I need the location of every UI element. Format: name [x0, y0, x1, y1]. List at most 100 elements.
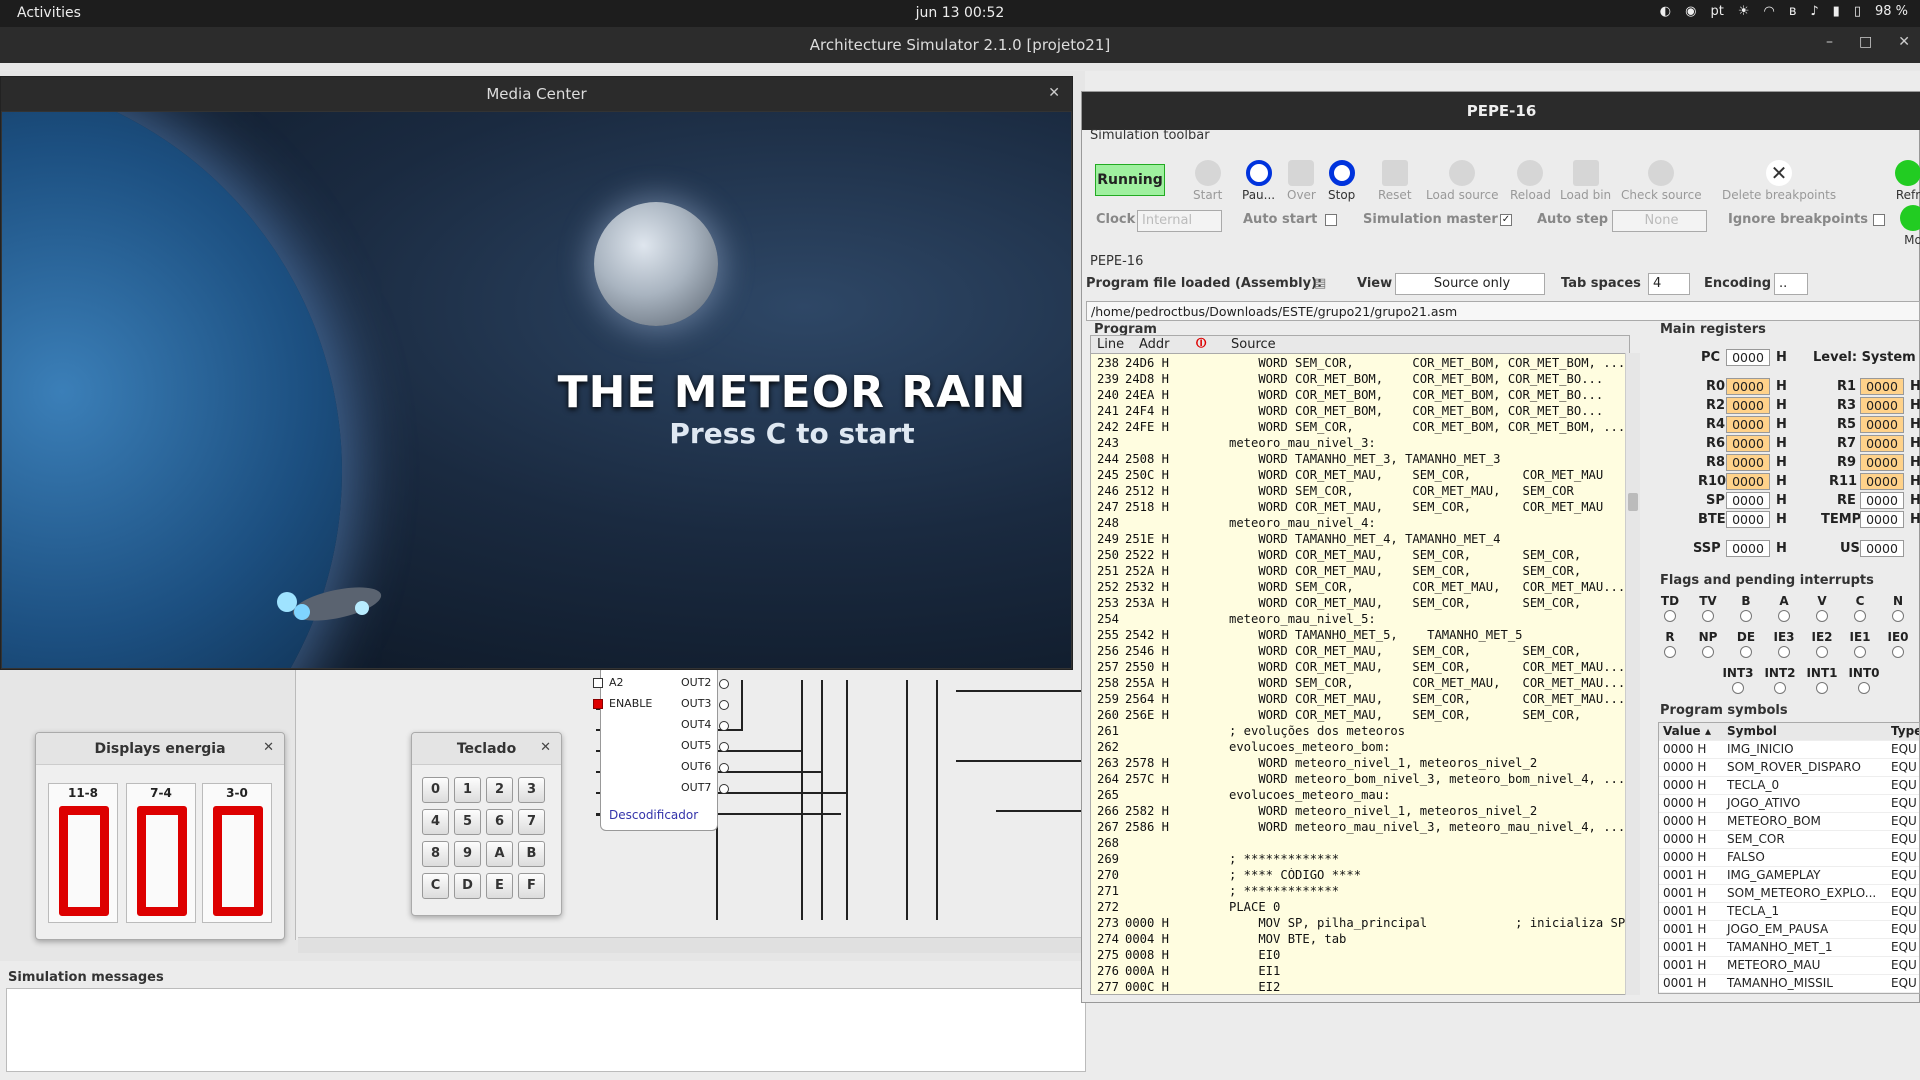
clock-select[interactable]: Internal [1137, 210, 1222, 232]
enable-pin[interactable] [593, 699, 603, 709]
symbols-table[interactable]: Value ▴ Symbol Type 0000 H IMG_INICIO EQU 0… [1658, 722, 1920, 994]
program-line[interactable]: 266 2582 H WORD meteoro_nivel_1, meteoros… [1091, 804, 1629, 820]
symbol-row[interactable]: 0000 H METEORO_BOM EQU [1659, 813, 1919, 831]
view-select[interactable]: Source only [1395, 273, 1545, 295]
program-listing[interactable]: Line Addr ⏼ Source 238 24D6 H WORD SEM_CO… [1090, 335, 1630, 995]
register-value[interactable]: 0000 [1860, 435, 1904, 452]
symbol-row[interactable]: 0001 H TAMANHO_MISSIL EQU [1659, 975, 1919, 993]
folder-icon[interactable]: ▤ [1314, 276, 1326, 291]
check-source-button[interactable]: Check source [1621, 160, 1702, 202]
symbol-row[interactable]: 0001 H METEORO_MAU EQU [1659, 957, 1919, 975]
symbol-row[interactable]: 0000 H TECLA_0 EQU [1659, 777, 1919, 795]
symbol-row[interactable]: 0001 H TAMANHO_MET_1 EQU [1659, 939, 1919, 957]
program-line[interactable]: 267 2586 H WORD meteoro_mau_nivel_3, mete… [1091, 820, 1629, 836]
messages-area[interactable] [6, 988, 1086, 1072]
out2-pin[interactable] [719, 679, 729, 689]
battery-level[interactable]: 98 % [1875, 4, 1908, 19]
register-value[interactable]: 0000 [1726, 511, 1770, 528]
reset-button[interactable]: Reset [1378, 160, 1412, 202]
brightness-icon[interactable]: ☀ [1738, 4, 1750, 19]
displays-close-icon[interactable]: ✕ [263, 740, 274, 755]
program-scrollbar[interactable] [1625, 353, 1640, 995]
program-line[interactable]: 276 000A H EI1 [1091, 964, 1629, 980]
bluetooth-icon[interactable]: ʙ [1789, 4, 1797, 19]
program-line[interactable]: 274 0004 H MOV BTE, tab [1091, 932, 1629, 948]
register-value[interactable]: 0000 [1860, 397, 1904, 414]
tab-spaces-select[interactable]: 4 [1648, 273, 1690, 295]
reload-button[interactable]: Reload [1510, 160, 1551, 202]
key-e[interactable]: E [486, 873, 513, 899]
program-line[interactable]: 249 251E H WORD TAMANHO_MET_4, TAMANHO_ME… [1091, 532, 1629, 548]
media-close-icon[interactable]: ✕ [1048, 85, 1060, 101]
usp-value[interactable]: 0000 [1860, 540, 1904, 557]
program-line[interactable]: 268 [1091, 836, 1629, 852]
load-source-button[interactable]: Load source [1426, 160, 1498, 202]
step-over-button[interactable]: Over [1287, 160, 1316, 202]
register-value[interactable]: 0000 [1726, 473, 1770, 490]
program-line[interactable]: 251 252A H WORD COR_MET_MAU, SEM_COR, SEM… [1091, 564, 1629, 580]
key-f[interactable]: F [518, 873, 545, 899]
keyboard-layout[interactable]: pt [1710, 4, 1723, 19]
wifi-icon[interactable]: ◠ [1763, 4, 1774, 19]
media-center-window[interactable]: Media Center ✕ THE METEOR RAIN Press C t… [0, 76, 1073, 670]
key-6[interactable]: 6 [486, 809, 513, 835]
discord-icon[interactable]: ◉ [1685, 4, 1696, 19]
symbol-row[interactable]: 0001 H TECLA_1 EQU [1659, 903, 1919, 921]
game-screen[interactable]: THE METEOR RAIN Press C to start [2, 112, 1071, 668]
program-line[interactable]: 272 PLACE 0 [1091, 900, 1629, 916]
program-line[interactable]: 273 0000 H MOV SP, pilha_principal ; inic… [1091, 916, 1629, 932]
clock[interactable]: jun 13 00:52 [0, 5, 1920, 21]
program-line[interactable]: 240 24EA H WORD COR_MET_BOM, COR_MET_BOM,… [1091, 388, 1629, 404]
key-7[interactable]: 7 [518, 809, 545, 835]
battery-icon[interactable]: ▯ [1854, 4, 1861, 19]
register-value[interactable]: 0000 [1860, 416, 1904, 433]
symbol-row[interactable]: 0000 H IMG_INICIO EQU [1659, 741, 1919, 759]
program-line[interactable]: 245 250C H WORD COR_MET_MAU, SEM_COR, COR… [1091, 468, 1629, 484]
program-line[interactable]: 262 evolucoes_meteoro_bom: [1091, 740, 1629, 756]
symbol-row[interactable]: 0001 H JOGO_EM_PAUSA EQU [1659, 921, 1919, 939]
program-line[interactable]: 254 meteoro_mau_nivel_5: [1091, 612, 1629, 628]
canvas-horizontal-scrollbar[interactable] [298, 937, 1085, 953]
program-line[interactable]: 265 evolucoes_meteoro_mau: [1091, 788, 1629, 804]
load-bin-button[interactable]: Load bin [1560, 160, 1611, 202]
col-line[interactable]: Line [1097, 337, 1124, 352]
volume-icon[interactable]: ♪ [1810, 4, 1818, 19]
register-value[interactable]: 0000 [1860, 473, 1904, 490]
start-button[interactable]: Start [1193, 160, 1222, 202]
key-8[interactable]: 8 [422, 841, 449, 867]
program-line[interactable]: 241 24F4 H WORD COR_MET_BOM, COR_MET_BOM,… [1091, 404, 1629, 420]
stop-button[interactable]: Stop [1328, 160, 1355, 202]
out4-pin[interactable] [719, 721, 729, 731]
out5-pin[interactable] [719, 742, 729, 752]
sym-col-type[interactable]: Type [1891, 724, 1919, 738]
displays-energia-window[interactable]: Displays energia ✕ 11-8 7-4 3-0 [35, 732, 285, 940]
program-line[interactable]: 246 2512 H WORD SEM_COR, COR_MET_MAU, SEM… [1091, 484, 1629, 500]
key-4[interactable]: 4 [422, 809, 449, 835]
register-value[interactable]: 0000 [1726, 492, 1770, 509]
register-value[interactable]: 0000 [1860, 511, 1904, 528]
program-line[interactable]: 252 2532 H WORD SEM_COR, COR_MET_MAU, COR… [1091, 580, 1629, 596]
maximize-icon[interactable]: □ [1859, 34, 1872, 50]
a2-pin[interactable] [593, 678, 603, 688]
symbol-row[interactable]: 0000 H FALSO EQU [1659, 849, 1919, 867]
program-line[interactable]: 261 ; evoluções dos meteoros [1091, 724, 1629, 740]
program-line[interactable]: 263 2578 H WORD meteoro_nivel_1, meteoros… [1091, 756, 1629, 772]
minimize-icon[interactable]: – [1826, 34, 1833, 50]
symbol-row[interactable]: 0000 H SEM_COR EQU [1659, 831, 1919, 849]
keypad-window[interactable]: Teclado ✕ 0123 4567 89AB CDEF [411, 732, 562, 916]
pc-value[interactable]: 0000 [1726, 349, 1770, 366]
update-icon[interactable]: ◐ [1660, 4, 1671, 19]
register-value[interactable]: 0000 [1726, 416, 1770, 433]
key-5[interactable]: 5 [454, 809, 481, 835]
key-3[interactable]: 3 [518, 777, 545, 803]
breakpoint-icon[interactable]: ⏼ [1196, 336, 1206, 351]
pause-button[interactable]: Pau... [1242, 160, 1275, 202]
program-line[interactable]: 270 ; **** CÓDIGO **** [1091, 868, 1629, 884]
out6-pin[interactable] [719, 763, 729, 773]
out7-pin[interactable] [719, 784, 729, 794]
program-line[interactable]: 255 2542 H WORD TAMANHO_MET_5, TAMANHO_ME… [1091, 628, 1629, 644]
ignore-breakpoints-checkbox[interactable] [1873, 214, 1885, 226]
key-2[interactable]: 2 [486, 777, 513, 803]
symbol-row[interactable]: 0001 H IMG_GAMEPLAY EQU [1659, 867, 1919, 885]
program-line[interactable]: 259 2564 H WORD COR_MET_MAU, SEM_COR, COR… [1091, 692, 1629, 708]
